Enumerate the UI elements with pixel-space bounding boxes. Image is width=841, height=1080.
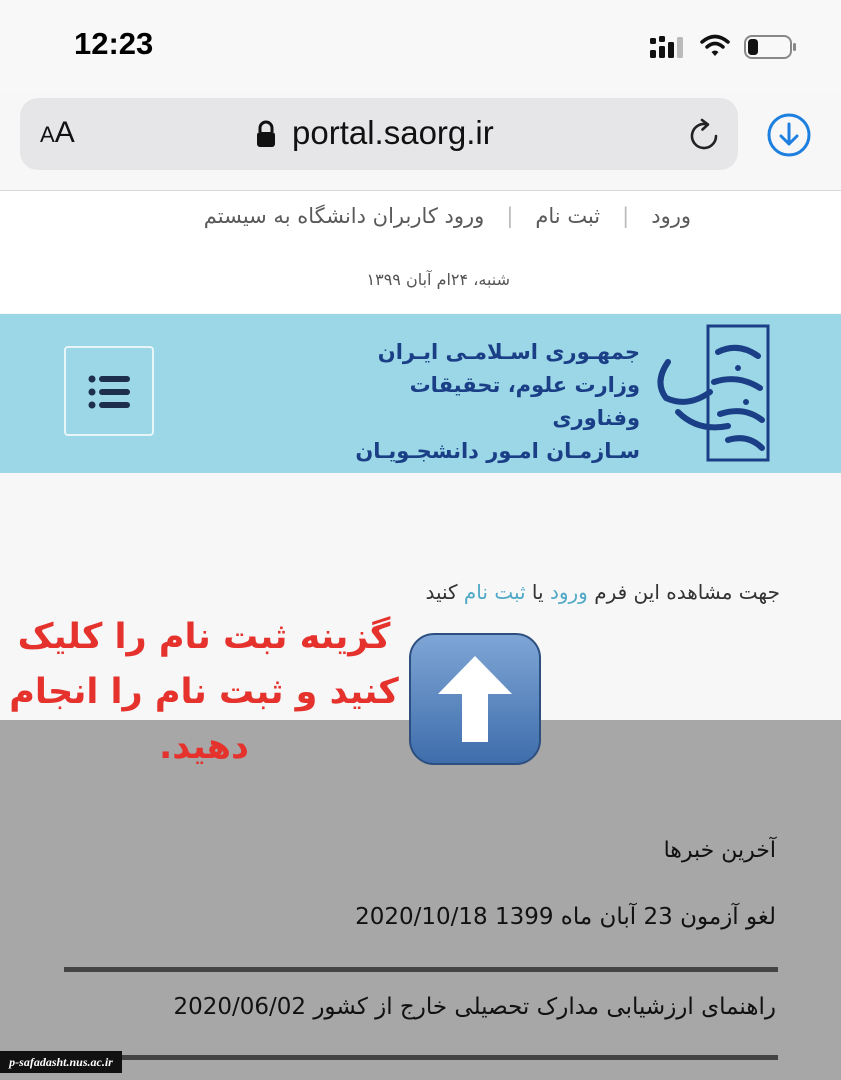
login-prompt: جهت مشاهده این فرم ورود یا ثبت نام کنید (300, 580, 780, 604)
lock-icon (257, 120, 275, 147)
org-line-2: وزارت علوم، تحقیقات وفناوری (409, 373, 640, 430)
text-size-button[interactable]: AA (40, 116, 75, 150)
battery-icon (744, 35, 796, 59)
download-icon[interactable] (766, 112, 812, 158)
status-time: 12:23 (74, 26, 154, 61)
url-text[interactable]: portal.saorg.ir (292, 114, 494, 152)
prompt-or: یا (531, 580, 544, 604)
news-title: آخرین خبرها (663, 838, 776, 863)
top-nav: ورود | ثبت نام | ورود کاربران دانشگاه به… (150, 204, 691, 228)
prompt-register-link[interactable]: ثبت نام (464, 580, 526, 604)
org-line-1: جمهـوری اسـلامـی ایـران (377, 340, 640, 364)
news-divider (64, 1055, 778, 1060)
up-arrow-icon (409, 633, 541, 765)
nav-login-link[interactable]: ورود (651, 204, 691, 228)
nav-university-login-link[interactable]: ورود کاربران دانشگاه به سیستم (204, 204, 485, 228)
hamburger-menu-button[interactable] (64, 346, 154, 436)
nav-separator: | (506, 204, 514, 228)
nav-separator: | (622, 204, 630, 228)
reload-icon[interactable] (686, 118, 722, 154)
news-divider (64, 967, 778, 972)
news-item[interactable]: لغو آزمون 23 آبان ماه 1399 2020/10/18 (300, 904, 776, 930)
news-item[interactable]: راهنمای ارزشیابی مدارک تحصیلی خارج از کش… (120, 994, 776, 1020)
prompt-suffix: کنید (425, 580, 458, 604)
instruction-annotation: گزینه ثبت نام را کلیک کنید و ثبت نام را … (9, 617, 399, 767)
saorg-logo-icon (657, 324, 770, 462)
current-date: شنبه، ۲۴ام آبان ۱۳۹۹ (366, 270, 511, 289)
text-size-small-label: A (40, 122, 55, 147)
text-size-large-label: A (54, 116, 75, 149)
wifi-icon (700, 34, 730, 56)
nav-register-link[interactable]: ثبت نام (535, 204, 600, 228)
watermark: p-safadasht.nus.ac.ir (0, 1051, 122, 1073)
prompt-prefix: جهت مشاهده این فرم (594, 580, 780, 604)
organization-name: جمهـوری اسـلامـی ایـران وزارت علوم، تحقی… (340, 336, 640, 468)
hamburger-menu-icon (88, 375, 130, 409)
org-line-3: سـازمـان امـور دانشجـویـان (355, 439, 640, 463)
prompt-login-link[interactable]: ورود (550, 580, 588, 604)
signal-icon (650, 36, 683, 58)
